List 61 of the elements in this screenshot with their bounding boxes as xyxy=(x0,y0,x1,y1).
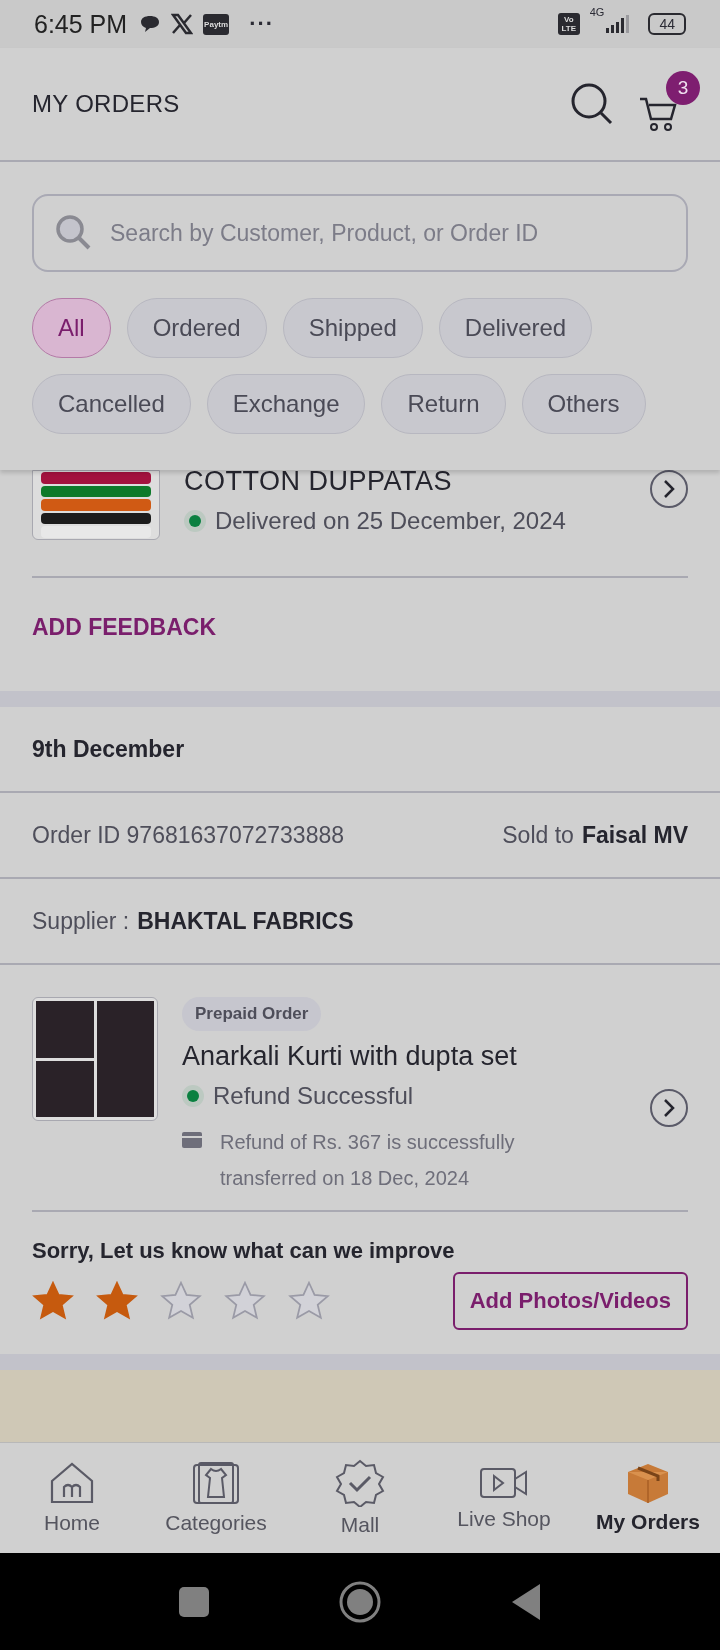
search-bar[interactable]: Search by Customer, Product, or Order ID xyxy=(32,194,688,272)
order-status: Delivered on 25 December, 2024 xyxy=(215,507,566,535)
refund-note: Refund of Rs. 367 is successfully transferred on 18 Dec, 2024 xyxy=(220,1130,516,1191)
order-details-button[interactable] xyxy=(650,1089,688,1127)
filter-chip[interactable]: Ordered xyxy=(126,298,267,358)
star-icon[interactable] xyxy=(96,1281,138,1321)
nav-tab[interactable]: Live Shop xyxy=(432,1443,576,1553)
sold-to-label: Sold to xyxy=(502,821,574,849)
search-icon[interactable] xyxy=(570,82,614,126)
home-button[interactable] xyxy=(339,1580,381,1623)
product-name: Anarkali Kurti with dupta set xyxy=(182,1041,518,1072)
add-photos-videos-button[interactable]: Add Photos/Videos xyxy=(452,1272,688,1330)
package-icon xyxy=(626,1462,670,1504)
filter-chip[interactable]: Others xyxy=(521,374,646,434)
more-notifications: ··· xyxy=(249,11,275,37)
cart-count-badge: 3 xyxy=(666,71,700,105)
filter-chip[interactable]: Exchange xyxy=(206,374,366,434)
x-logo-icon xyxy=(171,13,194,35)
add-feedback-link[interactable]: ADD FEEDBACK xyxy=(32,578,216,691)
status-time: 6:45 PM xyxy=(34,9,128,39)
back-button[interactable] xyxy=(511,1583,541,1620)
supplier-name: BHAKTAL FABRICS xyxy=(137,907,354,935)
nav-tab[interactable]: Categories xyxy=(144,1443,288,1553)
network-type: 4G xyxy=(589,6,605,18)
volte-icon: Vo LTE xyxy=(557,13,580,35)
search-input[interactable]: Search by Customer, Product, or Order ID xyxy=(108,218,666,248)
filter-chip[interactable]: Return xyxy=(381,374,506,434)
order-details-button[interactable] xyxy=(650,470,688,508)
nav-tab[interactable]: My Orders xyxy=(576,1443,720,1553)
filter-chip[interactable]: Cancelled xyxy=(32,374,191,434)
filter-chip[interactable]: Shipped xyxy=(282,298,423,358)
prepaid-order-tag: Prepaid Order xyxy=(182,997,322,1031)
chevron-right-icon xyxy=(663,1098,675,1118)
product-name: COTTON DUPPATAS xyxy=(184,470,454,497)
battery-indicator: 44 xyxy=(648,13,686,35)
supplier-label: Supplier : xyxy=(32,907,130,935)
paytm-app-icon: Paytm xyxy=(203,13,230,35)
star-icon[interactable] xyxy=(32,1281,74,1321)
house-icon xyxy=(48,1461,96,1505)
nav-tab[interactable]: Home xyxy=(0,1443,144,1553)
chat-bubble-icon xyxy=(139,14,162,34)
cart-button[interactable]: 3 xyxy=(634,71,700,137)
star-icon[interactable] xyxy=(160,1281,202,1321)
nav-tab[interactable]: Mall xyxy=(288,1443,432,1553)
star-icon[interactable] xyxy=(288,1281,330,1321)
order-date: 9th December xyxy=(0,707,720,793)
customer-name: Faisal MV xyxy=(581,821,688,849)
feedback-prompt: Sorry, Let us know what can we improve xyxy=(31,1237,456,1264)
card-icon xyxy=(182,1132,202,1148)
star-rating[interactable] xyxy=(32,1281,330,1321)
order-id: Order ID 97681637072733888 xyxy=(32,821,346,849)
dress-icon xyxy=(192,1461,240,1505)
badge-check-icon xyxy=(335,1459,385,1507)
star-icon[interactable] xyxy=(224,1281,266,1321)
order-status: Refund Successful xyxy=(213,1082,414,1110)
filter-chip[interactable]: All xyxy=(32,298,111,358)
chevron-right-icon xyxy=(663,479,675,499)
video-camera-icon xyxy=(479,1465,529,1501)
page-title: MY ORDERS xyxy=(32,90,181,118)
recents-button[interactable] xyxy=(179,1586,209,1617)
filter-chip[interactable]: Delivered xyxy=(438,298,593,358)
